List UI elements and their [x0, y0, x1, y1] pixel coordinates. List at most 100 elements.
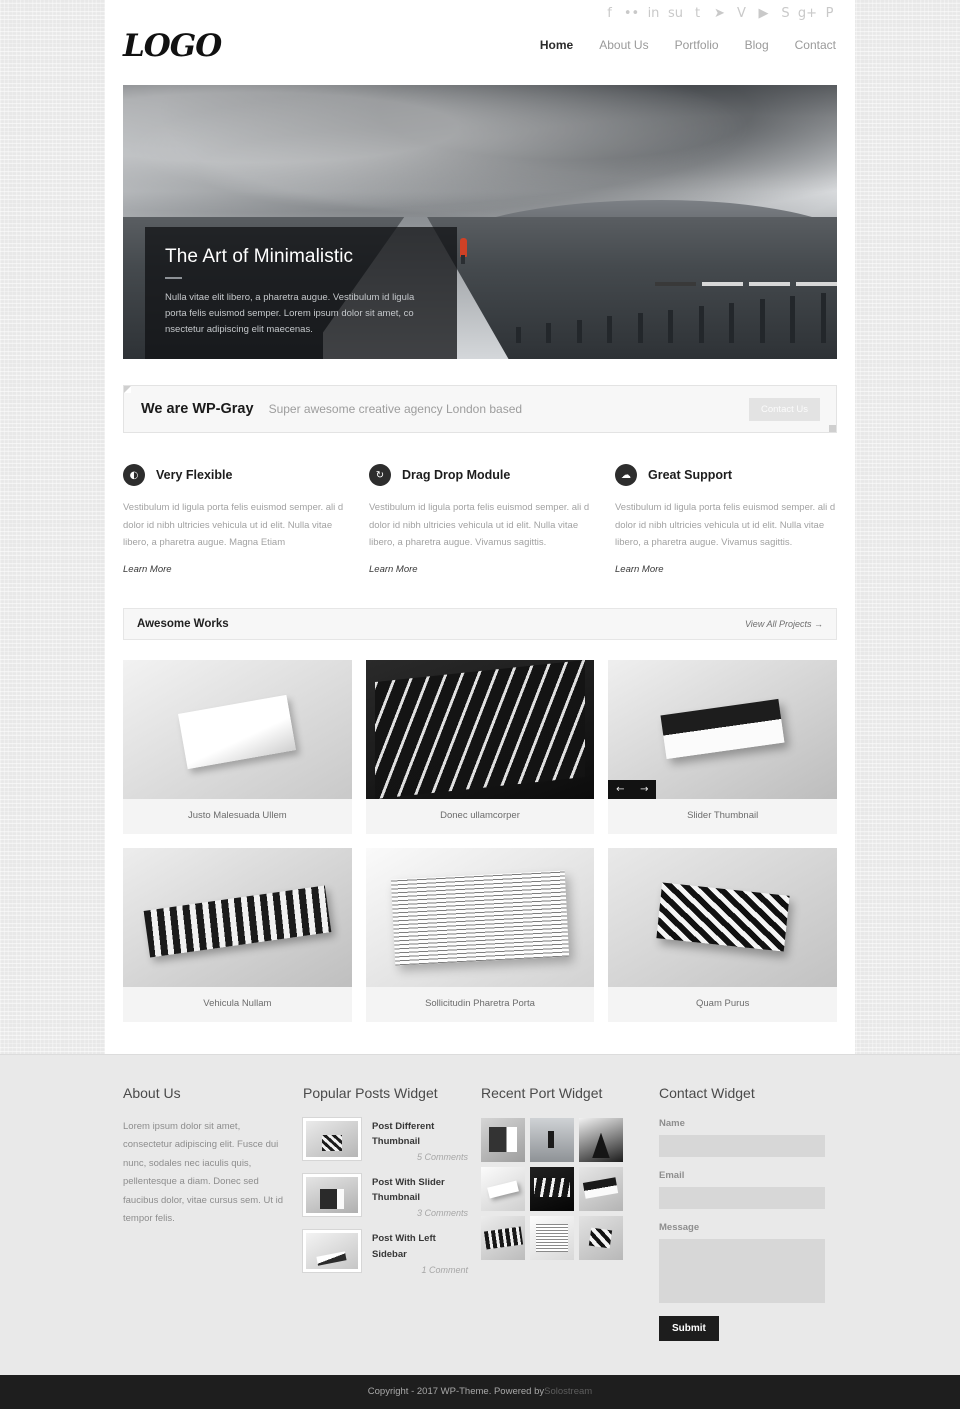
recent-port-thumbnail[interactable] — [530, 1117, 574, 1162]
hero-runner-figure — [460, 238, 467, 265]
submit-button[interactable]: Submit — [659, 1315, 719, 1341]
hero-fence-posts — [515, 260, 837, 343]
portfolio-thumbnail[interactable] — [365, 659, 595, 799]
popular-posts-title: Popular Posts Widget — [303, 1084, 438, 1101]
googleplus-icon[interactable]: g+ — [798, 6, 817, 21]
recent-port-thumbnail[interactable] — [530, 1215, 574, 1260]
portfolio-grid: Justo Malesuada Ullem Donec ullamcorper ← →… — [123, 659, 837, 1022]
tumblr-icon[interactable]: t — [691, 6, 704, 21]
callout-title: We are WP-Gray — [141, 401, 254, 417]
feature-column: ☁ Great Support Vestibulum id ligula porta… — [615, 464, 837, 577]
copyright-link[interactable]: Solostream — [544, 1386, 592, 1397]
name-label: Name — [659, 1117, 685, 1129]
twitter-icon[interactable]: ➤ — [713, 6, 726, 21]
portfolio-card[interactable]: ← → Slider Thumbnail — [608, 659, 837, 834]
message-field[interactable] — [659, 1238, 825, 1303]
portfolio-card[interactable]: Sollicitudin Pharetra Porta — [365, 847, 595, 1022]
hero-pagination-dot-4[interactable] — [796, 282, 837, 286]
thumb-next-arrow[interactable]: → — [632, 780, 656, 799]
hero-pagination[interactable] — [655, 282, 837, 286]
post-title-link[interactable]: Post Different Thumbnail — [372, 1119, 468, 1149]
contrast-icon: ◐ — [123, 464, 145, 486]
portfolio-thumbnail[interactable] — [123, 847, 352, 987]
portfolio-card[interactable]: Quam Purus — [608, 847, 837, 1022]
vimeo-icon[interactable]: V — [735, 6, 748, 21]
portfolio-caption: Justo Malesuada Ullem — [187, 809, 287, 821]
feature-learn-more-link[interactable]: Learn More — [123, 564, 172, 575]
popular-post-item[interactable]: Post Different Thumbnail 5 Comments — [303, 1117, 481, 1162]
recent-port-thumbnail[interactable] — [481, 1166, 525, 1211]
portfolio-card[interactable]: Donec ullamcorper — [365, 659, 595, 834]
recent-port-title: Recent Port Widget — [481, 1084, 603, 1101]
post-meta: Post Different Thumbnail 5 Comments — [372, 1118, 468, 1162]
popular-post-item[interactable]: Post With Slider Thumbnail 3 Comments — [303, 1174, 481, 1218]
post-thumbnail[interactable] — [303, 1117, 361, 1160]
stumbleupon-icon[interactable]: su — [668, 6, 683, 21]
facebook-icon[interactable]: f — [603, 6, 616, 21]
nav-item-blog[interactable]: Blog — [745, 38, 769, 52]
portfolio-caption: Vehicula Nullam — [203, 997, 272, 1009]
works-header: Awesome Works View All Projects → — [123, 607, 837, 640]
feature-body: Vestibulum id ligula porta felis euismod… — [369, 502, 590, 549]
view-all-projects-link[interactable]: View All Projects → — [745, 619, 823, 629]
nav-item-portfolio[interactable]: Portfolio — [675, 38, 719, 52]
hero-pagination-dot-2[interactable] — [702, 282, 743, 286]
feature-body: Vestibulum id ligula porta felis euismod… — [123, 502, 344, 549]
copyright-text: Copyright - 2017 WP-Theme. Powered by — [367, 1386, 545, 1398]
post-comment-count: 5 Comments — [416, 1152, 468, 1163]
post-thumbnail[interactable] — [303, 1174, 361, 1217]
post-meta: Post With Slider Thumbnail 3 Comments — [372, 1174, 468, 1218]
works-title: Awesome Works — [137, 617, 229, 630]
callout-banner: We are WP-Gray Super awesome creative ag… — [123, 385, 837, 433]
feature-learn-more-link[interactable]: Learn More — [615, 564, 664, 575]
skype-icon[interactable]: S — [779, 6, 792, 21]
portfolio-card[interactable]: Vehicula Nullam — [123, 847, 352, 1022]
post-title-link[interactable]: Post With Slider Thumbnail — [372, 1175, 468, 1205]
recent-port-thumbnail[interactable] — [579, 1215, 623, 1260]
recent-port-thumbnail[interactable] — [481, 1215, 525, 1260]
post-comment-count: 1 Comment — [421, 1264, 468, 1275]
recent-port-thumbnail[interactable] — [481, 1117, 525, 1162]
recent-port-thumbnail[interactable] — [579, 1117, 623, 1162]
portfolio-thumbnail[interactable] — [365, 847, 595, 987]
footer-widget-popular-posts: Popular Posts Widget Post Different Thum… — [303, 1085, 481, 1341]
name-field[interactable] — [659, 1134, 825, 1157]
hero-caption: The Art of Minimalistic Nulla vitae elit… — [145, 227, 457, 359]
thumb-prev-arrow[interactable]: ← — [608, 780, 632, 799]
feature-title: Drag Drop Module — [402, 468, 511, 482]
post-comment-count: 3 Comments — [416, 1208, 468, 1219]
hero-pagination-dot-3[interactable] — [749, 282, 790, 286]
portfolio-card[interactable]: Justo Malesuada Ullem — [123, 659, 352, 834]
portfolio-thumbnail[interactable]: ← → — [608, 659, 837, 799]
youtube-icon[interactable]: ▶ — [757, 6, 770, 21]
email-field[interactable] — [659, 1186, 825, 1209]
nav-item-about-us[interactable]: About Us — [599, 38, 648, 52]
post-title-link[interactable]: Post With Left Sidebar — [372, 1231, 468, 1261]
message-label: Message — [659, 1221, 700, 1233]
footer-widget-recent-port: Recent Port Widget — [481, 1085, 659, 1341]
feature-learn-more-link[interactable]: Learn More — [369, 564, 418, 575]
contact-us-button[interactable]: Contact Us — [749, 397, 820, 421]
portfolio-caption: Quam Purus — [696, 997, 750, 1009]
site-logo[interactable]: LOGO — [123, 28, 222, 64]
cloud-icon: ☁ — [615, 464, 637, 486]
portfolio-thumbnail[interactable] — [123, 659, 352, 799]
popular-post-item[interactable]: Post With Left Sidebar 1 Comment — [303, 1230, 481, 1275]
post-thumbnail[interactable] — [303, 1230, 361, 1273]
hero-slider[interactable]: The Art of Minimalistic Nulla vitae elit… — [123, 85, 837, 359]
pinterest-icon[interactable]: P — [823, 6, 836, 21]
social-links: f •• in su t ➤ V ▶ Sg+ P — [603, 6, 836, 21]
footer-widget-contact: Contact Widget Name Email Message Submit — [659, 1085, 837, 1341]
linkedin-icon[interactable]: in — [647, 6, 660, 21]
portfolio-caption: Sollicitudin Pharetra Porta — [425, 997, 535, 1009]
recent-port-thumbnail[interactable] — [579, 1166, 623, 1211]
nav-item-home[interactable]: Home — [540, 38, 573, 52]
flickr-icon[interactable]: •• — [624, 6, 639, 21]
recent-port-thumbnail[interactable] — [530, 1166, 574, 1211]
about-widget-title: About Us — [123, 1084, 181, 1101]
hero-pagination-dot-1[interactable] — [655, 282, 696, 286]
feature-header: ↻ Drag Drop Module — [369, 464, 591, 486]
nav-item-contact[interactable]: Contact — [795, 38, 836, 52]
portfolio-thumbnail[interactable] — [608, 847, 837, 987]
feature-body: Vestibulum id ligula porta felis euismod… — [615, 502, 836, 549]
